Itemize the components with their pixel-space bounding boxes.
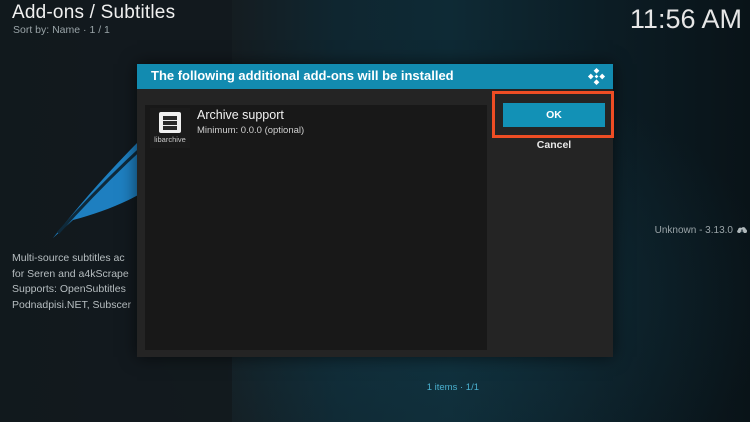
sort-indicator[interactable]: Sort by: Name · 1 / 1: [13, 24, 110, 36]
addon-list: libarchive Archive support Minimum: 0.0.…: [145, 105, 487, 393]
addon-description: Multi-source subtitles ac for Seren and …: [12, 251, 137, 313]
items-count-text: 1 items: [426, 382, 458, 393]
description-line: for Seren and a4kScrape: [12, 267, 129, 280]
description-line: Supports: OpenSubtitles: [12, 283, 126, 295]
description-line: Multi-source subtitles ac: [12, 252, 125, 264]
clock: 11:56 AM: [629, 4, 742, 34]
addon-requirement: Minimum: 0.0.0 (optional): [197, 125, 305, 136]
addon-thumbnail: libarchive: [150, 108, 190, 148]
dialog-titlebar: The following additional add-ons will be…: [137, 64, 613, 89]
items-count: 1 items · 1/1: [426, 382, 479, 393]
ok-button-highlight: [492, 91, 614, 138]
addon-version: Unknown - 3.13.0: [654, 225, 733, 236]
list-item[interactable]: libarchive Archive support Minimum: 0.0.…: [145, 105, 487, 148]
description-line: Podnadpisi.NET, Subscer: [12, 298, 132, 311]
thumbnail-label: libarchive: [154, 135, 186, 144]
dialog-title: The following additional add-ons will be…: [151, 68, 454, 83]
cloud-download-icon: [737, 227, 748, 235]
page-title: Add-ons / Subtitles: [12, 2, 176, 23]
page-indicator: 1/1: [465, 382, 479, 393]
kodi-logo-icon: [587, 67, 606, 86]
addon-name: Archive support: [197, 108, 284, 122]
archive-box-icon: [159, 112, 181, 133]
